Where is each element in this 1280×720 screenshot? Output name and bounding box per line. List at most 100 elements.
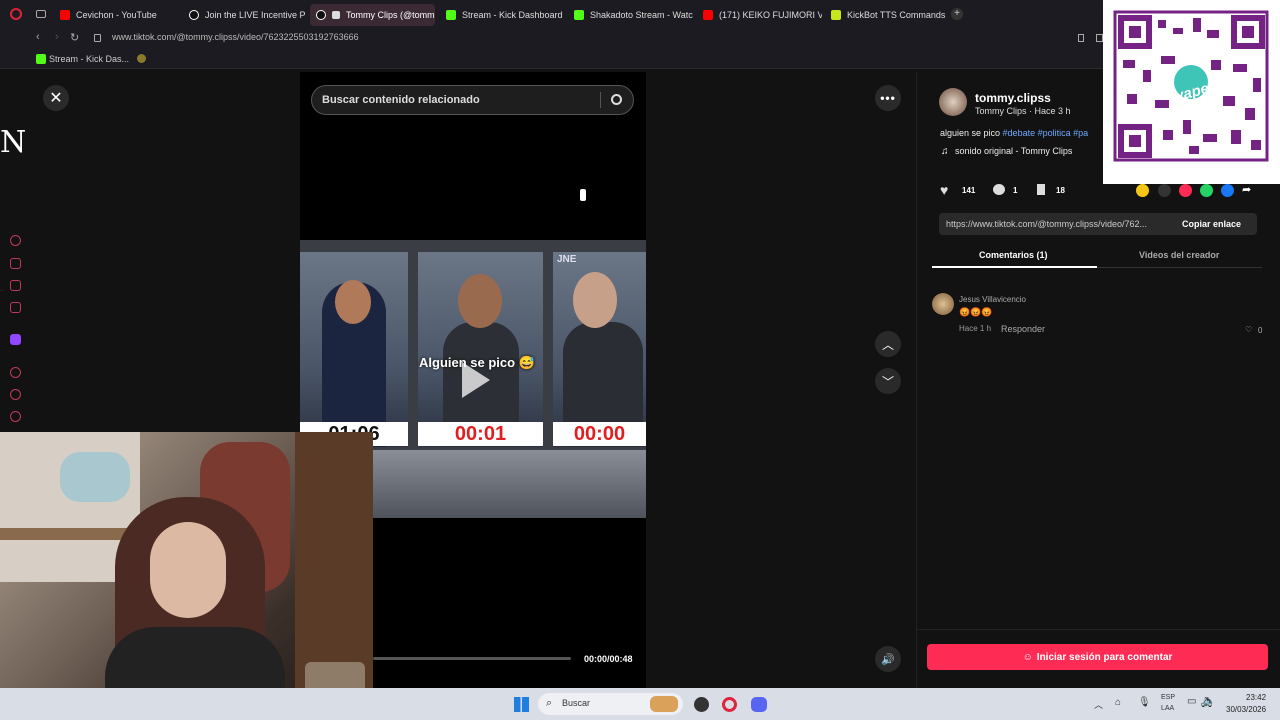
comment-like-icon[interactable]: ♡ bbox=[1245, 325, 1252, 334]
lock-icon[interactable] bbox=[94, 34, 101, 42]
likes-count: 141 bbox=[962, 186, 976, 195]
debate-timer: 00:01 bbox=[418, 422, 543, 446]
copy-link-button[interactable]: Copiar enlace bbox=[1182, 219, 1241, 229]
left-letter: N bbox=[0, 125, 27, 160]
browser-tab[interactable]: Shakadoto Stream - Watc bbox=[568, 4, 693, 26]
clock-time[interactable]: 23:42 bbox=[1246, 693, 1266, 702]
hashtag[interactable]: #politica bbox=[1038, 128, 1071, 138]
browser-tab[interactable]: Stream - Kick Dashboard bbox=[440, 4, 565, 26]
reply-button[interactable]: Responder bbox=[1001, 324, 1045, 334]
heart-icon[interactable]: ♥ bbox=[940, 182, 948, 198]
sound-label[interactable]: sonido original - Tommy Clips bbox=[955, 146, 1072, 156]
progress-bar[interactable] bbox=[373, 657, 571, 660]
comment-avatar[interactable] bbox=[932, 293, 954, 315]
tiktok-icon bbox=[316, 10, 326, 20]
search-related[interactable]: Buscar contenido relacionado bbox=[311, 85, 634, 115]
snapshot-icon[interactable] bbox=[1096, 34, 1103, 42]
volume-button[interactable]: 🔊 bbox=[875, 646, 901, 672]
tray-chevron-icon[interactable]: ︿ bbox=[1094, 698, 1103, 711]
bookmark-icon[interactable] bbox=[1037, 184, 1045, 195]
comment-likes: 0 bbox=[1258, 326, 1263, 335]
embed-icon[interactable] bbox=[1158, 184, 1171, 197]
new-tab-button[interactable]: + bbox=[951, 8, 963, 20]
browser-tab-active[interactable]: Tommy Clips (@tomm bbox=[310, 4, 435, 26]
browser-tab[interactable]: KickBot TTS Commands bbox=[825, 4, 950, 26]
history-icon[interactable] bbox=[10, 235, 21, 246]
candidate-panel: JNE bbox=[553, 252, 646, 447]
forward-icon[interactable]: › bbox=[55, 31, 59, 43]
browser-tab[interactable]: Cevichon - YouTube bbox=[54, 4, 184, 26]
discord-icon[interactable] bbox=[751, 697, 767, 712]
close-button[interactable]: ✕ bbox=[43, 85, 69, 111]
back-icon[interactable]: ‹ bbox=[36, 31, 40, 43]
webcam-shelf bbox=[0, 528, 140, 540]
share-icon[interactable]: ➦ bbox=[1242, 183, 1251, 196]
search-input[interactable]: Buscar contenido relacionado bbox=[322, 94, 480, 106]
lang-sub: LAA bbox=[1161, 705, 1175, 712]
yape-qr-code: yape bbox=[1103, 0, 1280, 184]
clock-icon[interactable] bbox=[10, 389, 21, 400]
debate-timer: 00:00 bbox=[553, 422, 646, 446]
webcam-person-face bbox=[150, 522, 226, 618]
mail-icon[interactable] bbox=[10, 302, 21, 313]
tab-comments-underline bbox=[932, 266, 1097, 268]
tab-label: Tommy Clips (@tomm bbox=[346, 10, 435, 20]
author-username[interactable]: tommy.clipss bbox=[975, 91, 1051, 105]
clock-date[interactable]: 30/03/2026 bbox=[1226, 705, 1266, 714]
more-options-button[interactable]: ••• bbox=[875, 85, 901, 111]
tab-label: Shakadoto Stream - Watc bbox=[590, 10, 693, 20]
mic-icon[interactable]: 🎙 bbox=[1138, 697, 1151, 708]
bookmarks-bar: Stream - Kick Das... bbox=[0, 49, 1280, 69]
settings-icon[interactable] bbox=[10, 411, 21, 422]
browser-tab[interactable]: (171) KEIKO FUJIMORI VS. bbox=[697, 4, 822, 26]
player-icon[interactable] bbox=[10, 367, 21, 378]
opera-logo-icon[interactable] bbox=[10, 8, 22, 20]
coin-icon[interactable] bbox=[1136, 184, 1149, 197]
bookmark-kick-dashboard[interactable]: Stream - Kick Das... bbox=[49, 54, 129, 64]
messenger-icon[interactable] bbox=[10, 280, 21, 291]
avatar[interactable] bbox=[939, 88, 967, 116]
login-to-comment-button[interactable]: ☺ Iniciar sesión para comentar bbox=[927, 644, 1268, 670]
hashtag[interactable]: #pa bbox=[1073, 128, 1088, 138]
taskbar-search[interactable]: ⌕ Buscar bbox=[538, 693, 683, 715]
search-icon[interactable] bbox=[611, 94, 622, 105]
previous-video-button[interactable]: ︿ bbox=[875, 331, 901, 357]
search-icon: ⌕ bbox=[546, 697, 553, 709]
address-bar: ‹ › ↻ www.tiktok.com/@tommy.clipss/video… bbox=[0, 29, 1280, 49]
workspaces-icon[interactable] bbox=[36, 10, 46, 18]
pin-icon[interactable] bbox=[1078, 34, 1084, 42]
comment-icon[interactable] bbox=[993, 184, 1005, 195]
tab-creator-videos[interactable]: Videos del creador bbox=[1139, 250, 1219, 260]
tab-comments[interactable]: Comentarios (1) bbox=[979, 250, 1048, 260]
browser-tab-bar: Cevichon - YouTube Join the LIVE Incenti… bbox=[0, 0, 1280, 29]
repost-icon[interactable] bbox=[1179, 184, 1192, 197]
candidate-face bbox=[573, 272, 617, 328]
mouse-cursor-icon bbox=[579, 188, 587, 202]
windows-start-icon[interactable] bbox=[514, 697, 529, 712]
reload-icon[interactable]: ↻ bbox=[70, 31, 79, 44]
play-icon[interactable] bbox=[462, 362, 490, 398]
obs-icon[interactable] bbox=[694, 697, 709, 712]
url-field[interactable]: www.tiktok.com/@tommy.clipss/video/76232… bbox=[112, 32, 359, 42]
twitch-icon[interactable] bbox=[10, 334, 21, 345]
audio-playing-icon[interactable] bbox=[332, 11, 340, 19]
facebook-icon[interactable] bbox=[1221, 184, 1234, 197]
display-icon[interactable]: ▭ bbox=[1187, 696, 1196, 707]
next-video-button[interactable]: ﹀ bbox=[875, 368, 901, 394]
kick-icon bbox=[446, 10, 456, 20]
lang-indicator[interactable]: ESP bbox=[1161, 694, 1175, 701]
bag-icon[interactable] bbox=[10, 258, 21, 269]
hashtag[interactable]: #debate bbox=[1003, 128, 1036, 138]
tray-app-icon[interactable]: ⌂ bbox=[1115, 697, 1121, 708]
volume-tray-icon[interactable]: 🔈 bbox=[1203, 696, 1215, 707]
comment-author[interactable]: Jesus Villavicencio bbox=[959, 295, 1026, 304]
bookmark-extra-icon[interactable] bbox=[137, 54, 146, 63]
video-time: 00:00/00:48 bbox=[584, 654, 633, 664]
opera-taskbar-icon[interactable] bbox=[722, 697, 737, 712]
comments-count: 1 bbox=[1013, 186, 1018, 195]
opera-sidebar: N bbox=[0, 69, 30, 432]
whatsapp-icon[interactable] bbox=[1200, 184, 1213, 197]
browser-tab[interactable]: Join the LIVE Incentive Pr bbox=[183, 4, 305, 26]
video-link[interactable]: https://www.tiktok.com/@tommy.clipss/vid… bbox=[946, 219, 1147, 229]
chevron-up-icon: ︿ bbox=[881, 337, 894, 352]
